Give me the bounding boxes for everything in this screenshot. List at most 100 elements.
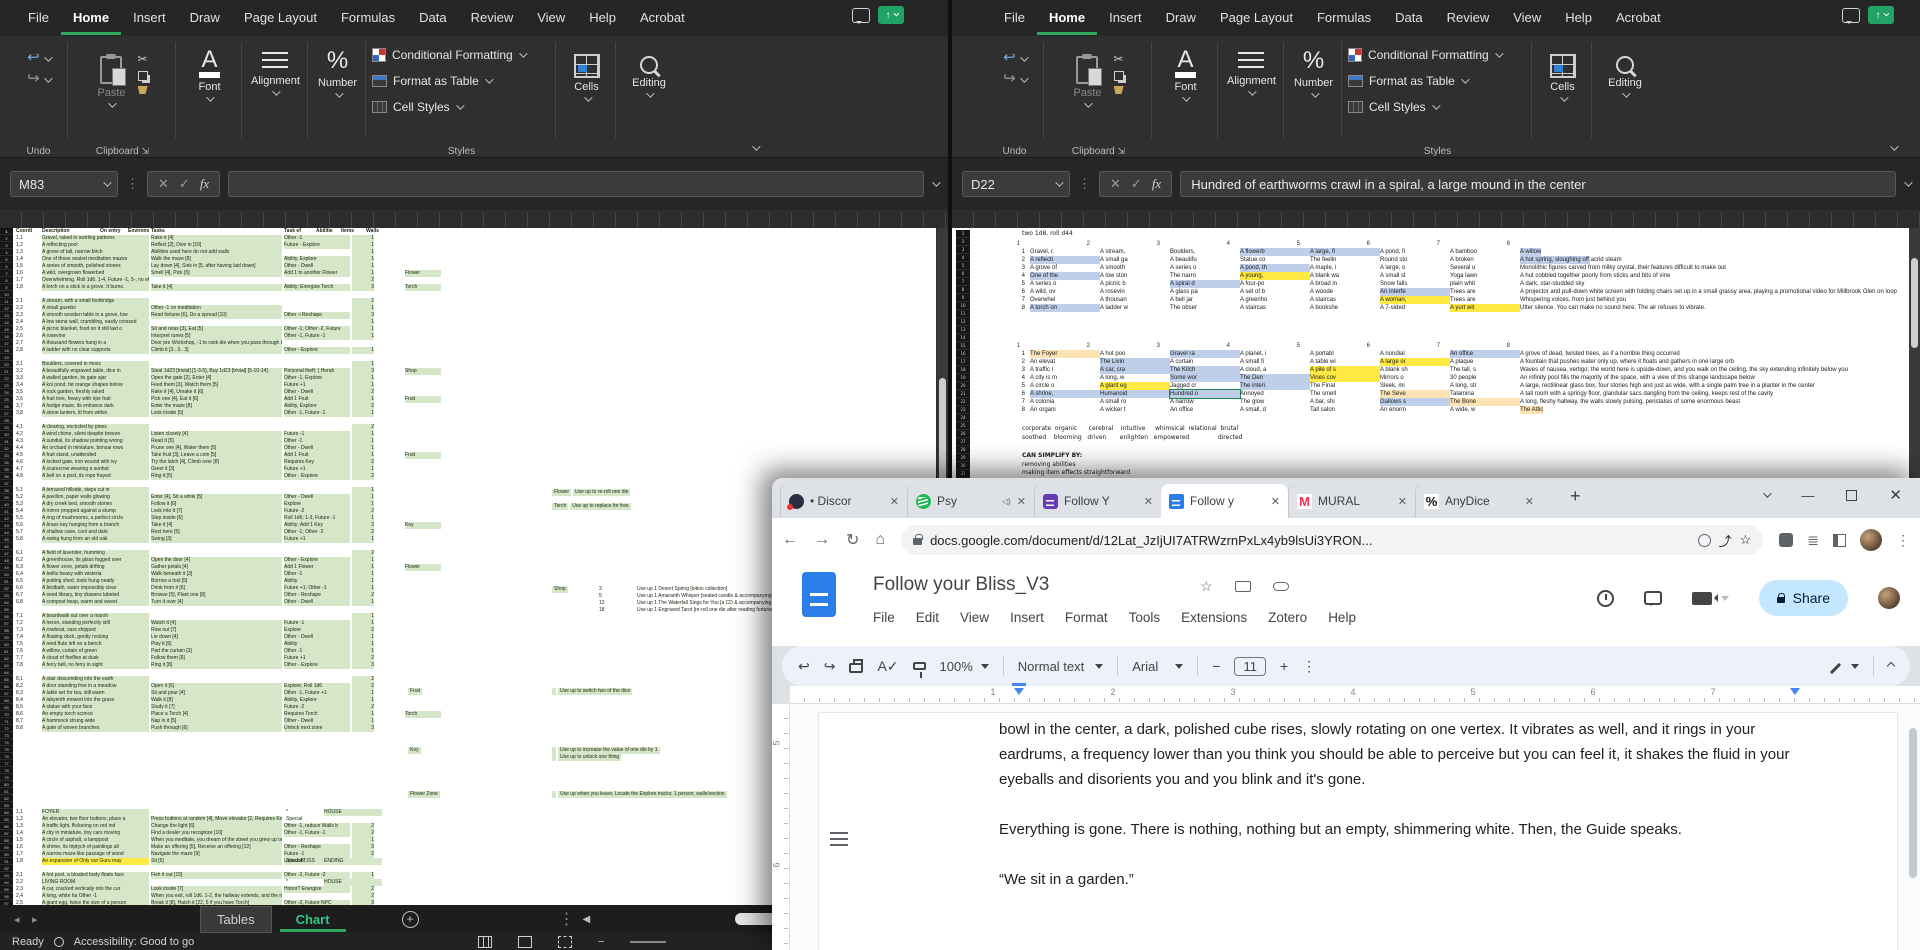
row-number[interactable]: 91 <box>0 858 13 865</box>
row-number[interactable]: 46 <box>0 543 13 550</box>
grid-cell[interactable]: A large, o <box>1380 264 1450 272</box>
grid-cell[interactable]: A colonia <box>1030 398 1100 406</box>
ribbon-tab[interactable]: Acrobat <box>1604 1 1673 35</box>
grid-cell[interactable]: A glass pa <box>1170 288 1240 296</box>
row-number[interactable]: 26 <box>0 403 13 410</box>
ribbon-tab[interactable]: Help <box>1553 1 1604 35</box>
grid-cell[interactable]: A circle o <box>1030 382 1100 390</box>
grid-cell[interactable]: A greenho <box>1240 296 1310 304</box>
row-number[interactable]: 30 <box>0 431 13 438</box>
cancel-icon[interactable]: ✕ <box>1110 176 1121 192</box>
grid-row[interactable]: 6 A shrine, Humanoid Hundred o Annoyed The s… <box>972 389 1920 399</box>
grid-cell[interactable]: A rosevin <box>1100 288 1170 296</box>
grid-cell[interactable]: A long, fleshy hallway, the walls slowly… <box>1520 398 1740 406</box>
grid-cell[interactable]: A long, w <box>1100 374 1170 382</box>
row-number[interactable]: 28 <box>0 417 13 424</box>
sheet-tab-chart[interactable]: Chart <box>280 907 346 932</box>
grid-cell[interactable]: A reflecti <box>1030 256 1100 264</box>
row-number[interactable]: 30 <box>956 462 970 470</box>
cancel-icon[interactable]: ✕ <box>158 176 169 192</box>
docs-menu-item[interactable]: Edit <box>916 610 939 625</box>
paint-format-icon[interactable] <box>912 662 926 678</box>
ribbon-tab[interactable]: Draw <box>178 1 232 35</box>
grid-cell[interactable]: A fountain that pushes water only up, wh… <box>1520 358 1734 366</box>
row-number[interactable]: 64 <box>0 669 13 676</box>
row-number[interactable]: 31 <box>0 438 13 445</box>
grid-row[interactable]: 4 One of the A low ston The narro A young, A… <box>972 272 1920 280</box>
row-number[interactable]: 43 <box>0 522 13 529</box>
page-break-view-icon[interactable] <box>558 935 572 948</box>
grid-cell[interactable]: An enorm <box>1380 406 1450 414</box>
sheet-note-block[interactable]: Torch Use up to replace for free <box>552 503 631 510</box>
simplify-note-title[interactable]: CAN SIMPLIFY BY: <box>1022 452 1082 459</box>
row-number[interactable]: 5 <box>956 262 970 270</box>
toolbar-more-icon[interactable]: ⋮ <box>1302 658 1316 675</box>
grid-cell[interactable]: A portabl <box>1310 350 1380 358</box>
row-number[interactable]: 82 <box>0 795 13 802</box>
row-number[interactable]: 58 <box>0 627 13 634</box>
grid-cell[interactable]: A car, cra <box>1100 366 1170 374</box>
row-number[interactable]: 96 <box>0 893 13 900</box>
grid-cell[interactable]: Utter silence. You can make no sound her… <box>1520 304 1706 312</box>
maximize-icon[interactable] <box>1846 489 1858 501</box>
scrollbar-thumb[interactable] <box>1911 258 1918 348</box>
insert-function-icon[interactable]: fx <box>200 176 209 192</box>
reload-icon[interactable]: ↻ <box>846 530 859 550</box>
grid-cell[interactable]: A plaque <box>1450 358 1520 366</box>
sheet-row[interactable]: 5 1,4 One of those sealed meditation maz… <box>0 256 936 263</box>
tab-close-icon[interactable]: ✕ <box>1271 495 1280 508</box>
row-number[interactable]: 4 <box>956 254 970 262</box>
sheet-row[interactable]: 33 4,5 A fruit stand, unattended Take fr… <box>0 452 936 459</box>
row-number[interactable]: 2 <box>956 238 970 246</box>
row-number[interactable]: 60 <box>0 641 13 648</box>
address-bar[interactable]: docs.google.com/document/d/12Lat_JzIjUI7… <box>901 525 1764 555</box>
page-layout-view-icon[interactable] <box>518 935 532 948</box>
grid-cell[interactable]: A small, d <box>1240 406 1310 414</box>
sheet-nav-left-icon[interactable]: ◂ <box>14 913 32 926</box>
paste-button[interactable]: Paste <box>1073 46 1103 108</box>
sheet-row[interactable]: 18 2,8 A ladder with no clear supports C… <box>0 347 936 354</box>
row-number[interactable]: 84 <box>0 809 13 816</box>
grid-cell[interactable]: A series o <box>1030 280 1100 288</box>
docs-menu-item[interactable]: File <box>873 610 895 625</box>
grid-cell[interactable]: A staircas <box>1240 304 1310 312</box>
cells-button[interactable]: Cells <box>573 42 600 102</box>
document-outline-icon[interactable] <box>830 832 848 846</box>
docs-menu-item[interactable]: Zotero <box>1268 610 1307 625</box>
grid-row[interactable]: 3 A grove of A smooth A series oA pond, th… <box>972 264 1920 272</box>
sheet-row[interactable]: 10 <box>0 291 936 298</box>
grid-cell[interactable]: An elevat <box>1030 358 1100 366</box>
grid-cell[interactable]: A 7-sided <box>1380 304 1450 312</box>
conditional-formatting-button[interactable]: Conditional Formatting <box>368 42 528 68</box>
docs-offline-icon[interactable] <box>1697 533 1711 547</box>
grid-cell[interactable]: An office <box>1450 350 1520 358</box>
grid-row[interactable]: 8 A torch on A ladder w The obser A stairca… <box>972 304 1920 312</box>
enter-icon[interactable]: ✓ <box>1131 176 1142 192</box>
grid-cell[interactable]: A pile of s <box>1310 366 1380 374</box>
grid-cell[interactable]: A wild, ov <box>1030 288 1100 296</box>
simplify-note-line[interactable]: making item effects straightforward <box>1022 469 1130 476</box>
row-number[interactable]: 16 <box>0 333 13 340</box>
font-select[interactable]: Arial <box>1132 659 1184 674</box>
grid-cell[interactable]: A pond, th <box>1240 264 1310 272</box>
grid-cell[interactable]: A large, rectilinear glass box, four sto… <box>1520 382 1815 390</box>
docs-scrollbar-thumb[interactable] <box>1909 728 1917 878</box>
row-number[interactable]: 6 <box>956 270 970 278</box>
grid-cell[interactable]: Hundred o <box>1169 389 1241 399</box>
row-number[interactable]: 77 <box>0 760 13 767</box>
column-headers[interactable] <box>952 212 1920 228</box>
name-box[interactable]: M83 <box>10 171 118 197</box>
row-number[interactable]: 10 <box>956 302 970 310</box>
cell-styles-button[interactable]: Cell Styles <box>368 94 465 120</box>
row-number[interactable]: 24 <box>0 389 13 396</box>
grid-cell[interactable]: A beautifu <box>1170 256 1240 264</box>
row-number[interactable]: 89 <box>0 844 13 851</box>
ribbon-tab[interactable]: Draw <box>1154 1 1208 35</box>
font-size-decrease-icon[interactable]: − <box>1212 658 1220 674</box>
row-number[interactable]: 4 <box>0 249 13 256</box>
zoom-out-icon[interactable]: − <box>598 936 604 948</box>
row-number[interactable]: 42 <box>0 515 13 522</box>
bookmark-star-icon[interactable]: ☆ <box>1740 532 1752 548</box>
grid-cell[interactable]: The interi <box>1240 382 1310 390</box>
grid-cell[interactable]: A broken <box>1450 256 1520 264</box>
